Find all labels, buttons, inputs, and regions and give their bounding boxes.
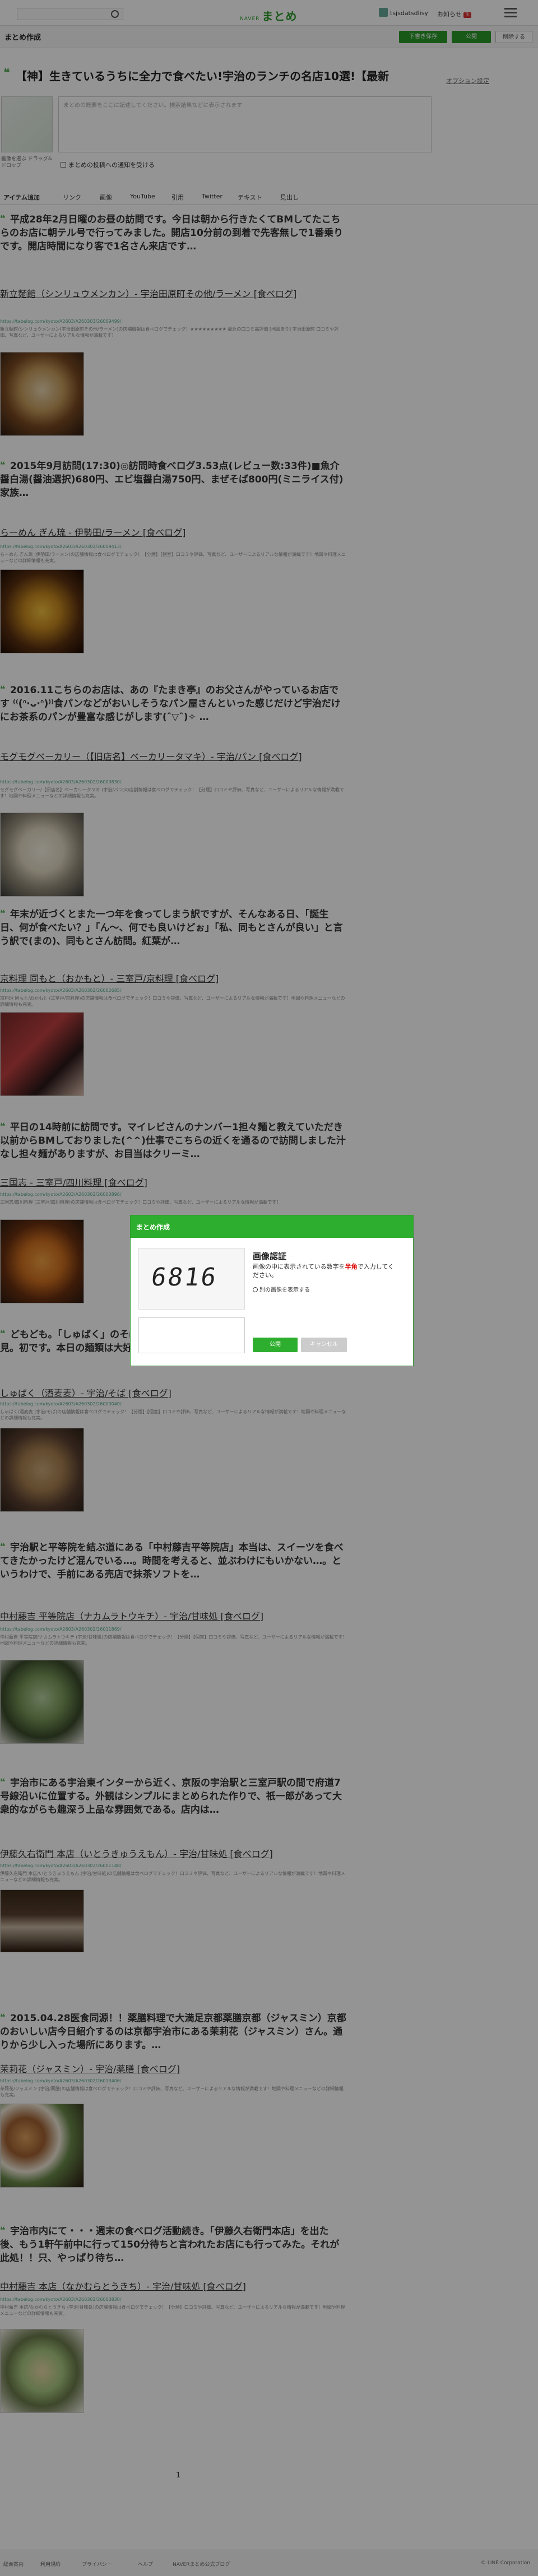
captcha-input[interactable] — [138, 1317, 245, 1353]
captcha-instruction-emphasis: 半角 — [345, 1263, 358, 1270]
captcha-dialog: まとめ作成 6816 画像認証 画像の中に表示されている数字を半角で入力してくだ… — [130, 1215, 414, 1366]
refresh-label: 別の画像を表示する — [259, 1287, 310, 1293]
captcha-image: 6816 — [138, 1248, 245, 1310]
dialog-publish-button[interactable]: 公開 — [253, 1338, 298, 1352]
dialog-title: まとめ作成 — [136, 1223, 170, 1231]
captcha-instruction-before: 画像の中に表示されている数字を — [253, 1263, 345, 1270]
refresh-icon — [253, 1287, 258, 1292]
dialog-header: まとめ作成 — [131, 1215, 413, 1238]
captcha-heading: 画像認証 — [253, 1251, 287, 1261]
refresh-captcha-link[interactable]: 別の画像を表示する — [253, 1285, 310, 1293]
dialog-cancel-button[interactable]: キャンセル — [301, 1338, 347, 1352]
captcha-code: 6816 — [149, 1263, 220, 1292]
captcha-instruction: 画像の中に表示されている数字を半角で入力してください。 — [253, 1263, 398, 1279]
